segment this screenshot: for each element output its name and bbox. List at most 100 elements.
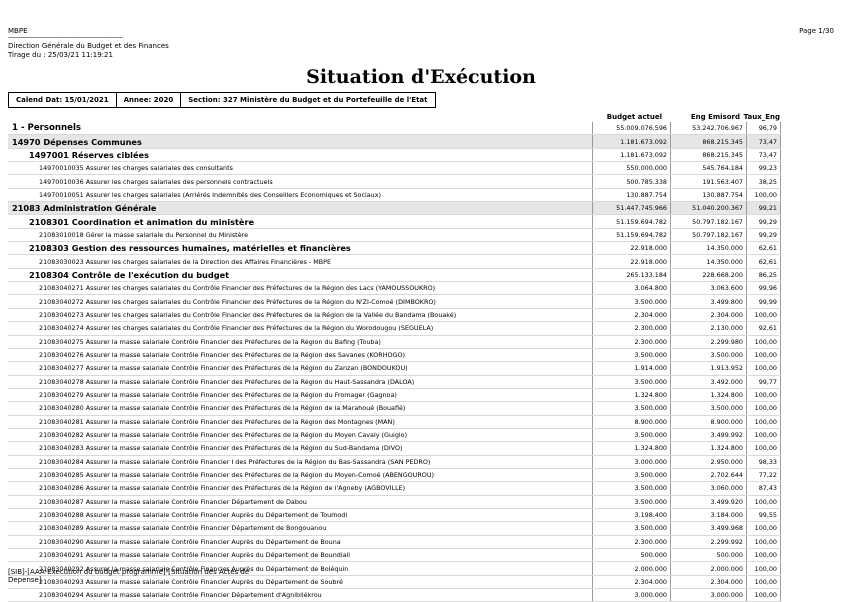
table-row: 21083040289 Assurer la masse salariale C…: [8, 522, 781, 536]
table-row: 21083040280 Assurer la masse salariale C…: [8, 402, 781, 416]
row-budget: 1.181.673.092: [592, 135, 670, 148]
row-budget: 2.304.000: [592, 575, 670, 589]
row-eng: 3.060.000: [670, 482, 746, 495]
row-eng: 14.350.000: [670, 255, 746, 268]
footer: [SIB]-[AAA-Execution du budget programme…: [8, 568, 249, 584]
row-taux: 73,47: [746, 135, 781, 148]
row-label: 21083040287 Assurer la masse salariale C…: [39, 497, 307, 506]
table-row: 21083040276 Assurer la masse salariale C…: [8, 348, 781, 363]
row-eng: 3.500.000: [670, 348, 746, 362]
row-label: 21083040288 Assurer la masse salariale C…: [39, 511, 348, 520]
row-taux: 100,00: [746, 549, 781, 562]
row-eng: 14.350.000: [670, 242, 746, 255]
col-eng-header: Eng Emisord: [690, 113, 740, 121]
row-label: 21083040291 Assurer la masse salariale C…: [39, 551, 351, 560]
row-budget: 3.000.000: [592, 455, 670, 468]
row-eng: 2.304.000: [670, 575, 746, 589]
row-taux: 99,77: [746, 375, 781, 388]
row-budget: 1.914.000: [592, 362, 670, 375]
row-budget: 2.300.000: [592, 322, 670, 335]
row-budget: 2.000.000: [592, 562, 670, 575]
table-row: 1 - Personnels 55.009.076.596 53.242.706.9…: [8, 122, 781, 136]
row-budget: 3.064.800: [592, 282, 670, 295]
row-taux: 99,21: [746, 202, 781, 215]
page-title: Situation d'Exécution: [306, 66, 536, 88]
row-eng: 130.887.754: [670, 188, 746, 202]
row-budget: 2.304.000: [592, 308, 670, 322]
table-row: 21083040291 Assurer la masse salariale C…: [8, 549, 781, 563]
row-label: 21083040286 Assurer la masse salariale C…: [39, 484, 406, 493]
row-taux: 100,00: [746, 402, 781, 415]
row-taux: 100,00: [746, 388, 781, 402]
org-full: Direction Générale du Budget et des Fina…: [8, 42, 169, 50]
row-eng: 1.324.800: [670, 442, 746, 455]
row-label: 21083040283 Assurer la masse salariale C…: [39, 444, 403, 453]
row-taux: 87,43: [746, 482, 781, 495]
table-row: 14970010035 Assurer les charges salarial…: [8, 162, 781, 176]
table-row: 21083040278 Assurer la masse salariale C…: [8, 375, 781, 389]
col-budget-header: Budget actuel: [606, 113, 662, 121]
row-eng: 2.950.000: [670, 455, 746, 468]
table-row: 14970 Dépenses Communes 1.181.673.092 868.…: [8, 135, 781, 149]
row-eng: 545.764.184: [670, 162, 746, 175]
row-eng: 228.668.200: [670, 268, 746, 282]
row-budget: 3.500.000: [592, 375, 670, 388]
row-eng: 868.215.345: [670, 148, 746, 162]
row-eng: 3.492.000: [670, 375, 746, 388]
row-budget: 22.918.000: [592, 242, 670, 255]
row-label: 14970010035 Assurer les charges salarial…: [39, 164, 233, 173]
table-row: 21083040274 Assurer les charges salarial…: [8, 322, 781, 336]
row-eng: 3.000.000: [670, 589, 746, 602]
table-row: 21083040281 Assurer la masse salariale C…: [8, 415, 781, 429]
row-budget: 265.133.184: [592, 268, 670, 282]
row-taux: 92,61: [746, 322, 781, 335]
row-budget: 3.500.000: [592, 495, 670, 508]
table-row: 21083040285 Assurer la masse salariale C…: [8, 468, 781, 483]
table-row: 21083040294 Assurer la masse salariale C…: [8, 589, 781, 602]
row-taux: 100,00: [746, 535, 781, 548]
row-eng: 3.499.968: [670, 522, 746, 535]
info-bar: Calend Dat: 15/01/2021 Annee: 2020 Secti…: [8, 92, 436, 108]
column-headers: Budget actuel Eng Emisord Taux_Eng: [592, 113, 781, 122]
row-eng: 500.000: [670, 549, 746, 562]
row-label: 21083040277 Assurer la masse salariale C…: [39, 364, 408, 373]
row-budget: 1.324.800: [592, 442, 670, 455]
row-taux: 100,00: [746, 428, 781, 442]
row-label: 21083030023 Assurer les charges salarial…: [39, 257, 332, 266]
table-row: 21083040282 Assurer la masse salariale C…: [8, 428, 781, 443]
row-taux: 62,61: [746, 242, 781, 255]
row-label: 21083040284 Assurer la masse salariale C…: [39, 457, 431, 466]
row-taux: 100,00: [746, 335, 781, 348]
row-label: 21083040276 Assurer la masse salariale C…: [39, 351, 406, 360]
row-budget: 3.500.000: [592, 402, 670, 415]
row-label: 21083040278 Assurer la masse salariale C…: [39, 377, 415, 386]
row-label: 1 - Personnels: [12, 123, 82, 134]
row-taux: 77,22: [746, 468, 781, 482]
table-row: 21083040272 Assurer les charges salarial…: [8, 295, 781, 309]
page-number: Page 1/30: [799, 27, 834, 35]
section: Section: 327 Ministère du Budget et du P…: [188, 96, 428, 104]
print-date: Tirage du : 25/03/21 11:19:21: [8, 51, 113, 59]
table-row: 21083040283 Assurer la masse salariale C…: [8, 442, 781, 456]
row-label: 21083040279 Assurer la masse salariale C…: [39, 391, 397, 400]
row-eng: 53.242.706.967: [670, 122, 746, 135]
row-budget: 3.500.000: [592, 522, 670, 535]
row-eng: 2.299.992: [670, 535, 746, 548]
table-row: 21083040286 Assurer la masse salariale C…: [8, 482, 781, 496]
row-taux: 96,79: [746, 122, 781, 135]
row-label: 2108303 Gestion des ressources humaines,…: [29, 243, 351, 254]
row-taux: 99,99: [746, 295, 781, 308]
row-budget: 3.198.400: [592, 508, 670, 522]
row-label: 14970010051 Assurer les charges salarial…: [39, 190, 381, 199]
row-eng: 3.499.920: [670, 495, 746, 508]
row-taux: 100,00: [746, 362, 781, 375]
row-taux: 100,00: [746, 308, 781, 322]
row-label: 21083040272 Assurer les charges salarial…: [39, 297, 436, 306]
row-taux: 38,25: [746, 175, 781, 188]
row-taux: 99,23: [746, 162, 781, 175]
row-taux: 100,00: [746, 495, 781, 508]
row-label: 14970 Dépenses Communes: [12, 136, 142, 147]
row-eng: 3.499.800: [670, 295, 746, 308]
calendar-date: Calend Dat: 15/01/2021: [9, 93, 117, 107]
table-row: 1497001 Réserves ciblées 1.181.673.092 868…: [8, 148, 781, 163]
